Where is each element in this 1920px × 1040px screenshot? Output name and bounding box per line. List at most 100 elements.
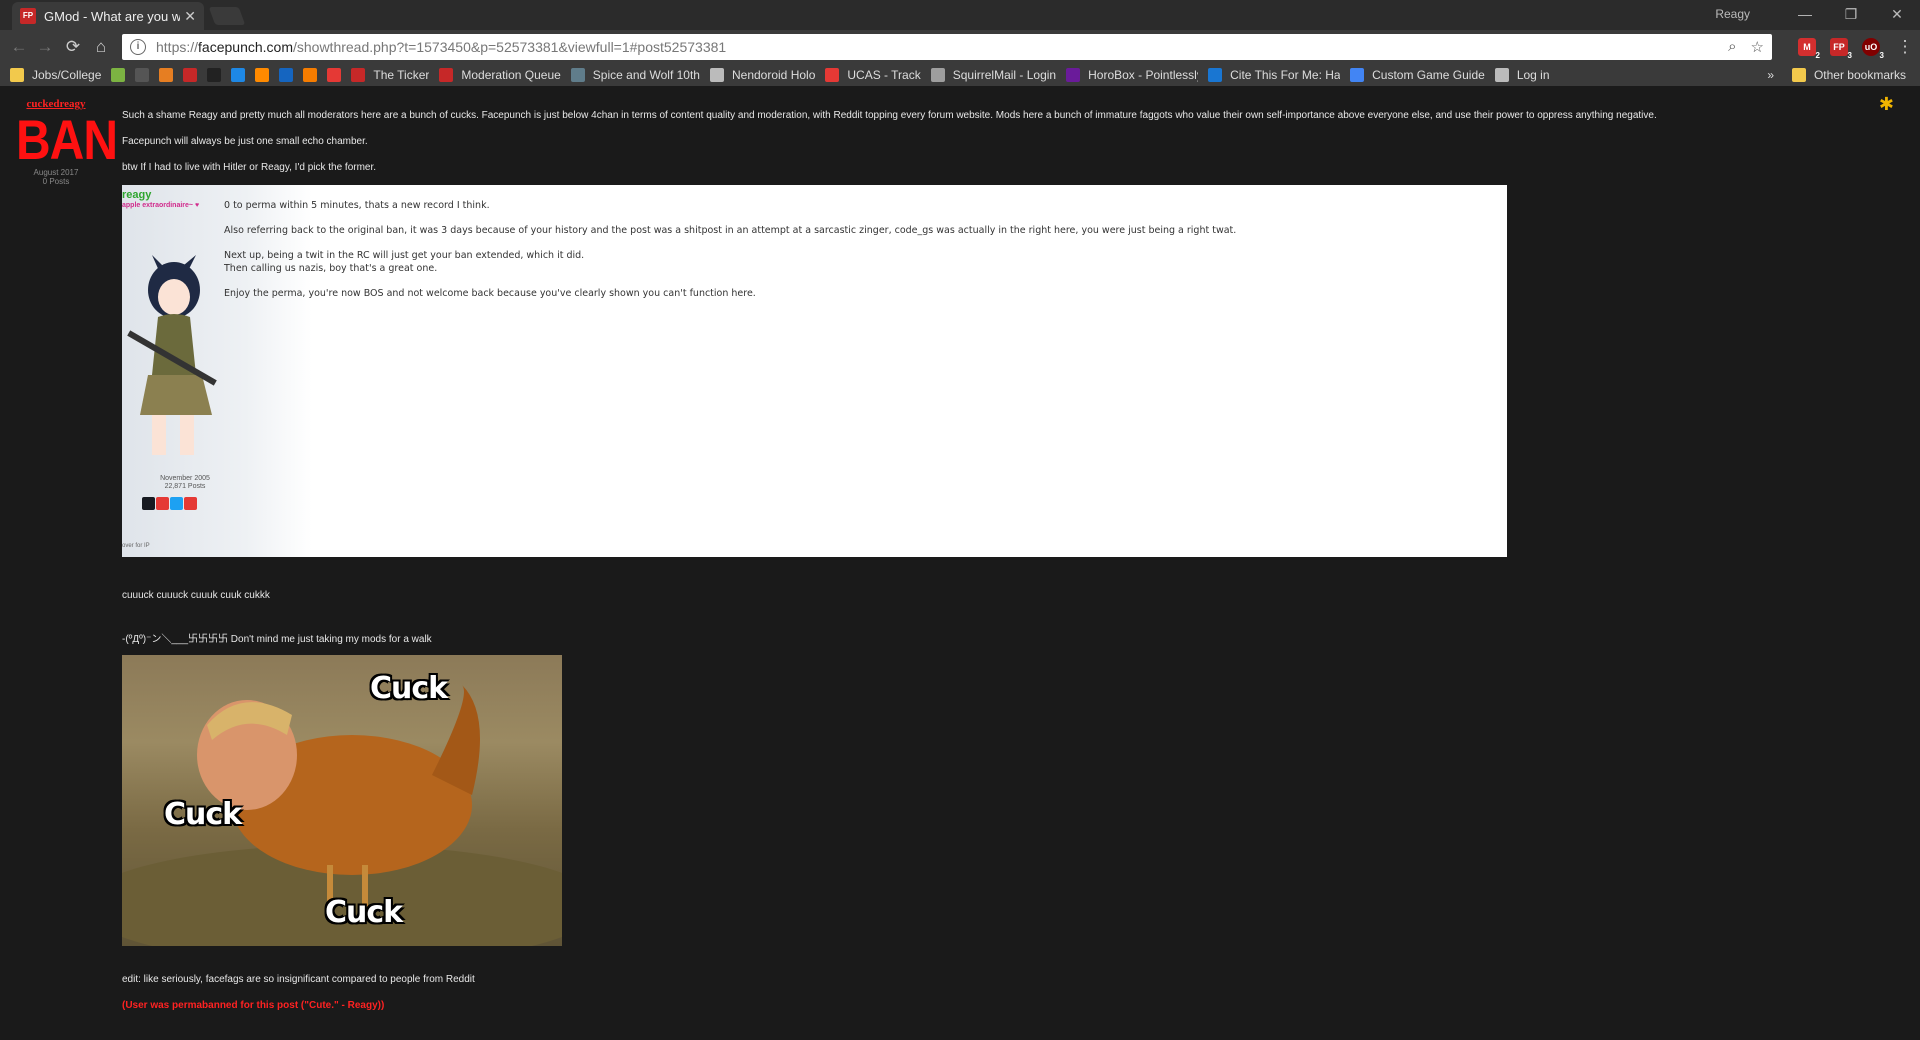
quote-line: Next up, being a twit in the RC will jus…: [224, 250, 585, 261]
browser-tab[interactable]: FP GMod - What are you w ✕: [12, 2, 204, 30]
quote-social-icons: [142, 497, 197, 510]
bookmark-label: HoroBox - Pointlessly: [1088, 68, 1199, 82]
ublock-icon[interactable]: uO 3: [1862, 38, 1884, 60]
bookmark-12[interactable]: Moderation Queue: [439, 68, 561, 82]
bookmark-label: SquirrelMail - Login: [952, 68, 1057, 82]
bookmark-17[interactable]: HoroBox - Pointlessly: [1066, 68, 1198, 82]
close-tab-icon[interactable]: ✕: [184, 8, 196, 25]
bookmark-15[interactable]: UCAS - Track: [825, 68, 921, 82]
forward-icon[interactable]: →: [34, 36, 56, 58]
bookmark-label: Cite This For Me: Har: [1230, 68, 1341, 82]
bookmark-7[interactable]: [255, 68, 270, 82]
bookmark-label: Moderation Queue: [461, 68, 561, 82]
home-icon[interactable]: ⌂: [90, 36, 112, 58]
search-icon[interactable]: ⌕: [1728, 38, 1736, 56]
post-paragraph: cuuuck cuuuck cuuuk cuuk cukkk: [122, 590, 270, 601]
reload-icon[interactable]: ⟳: [62, 36, 84, 58]
gmail-icon[interactable]: M 2: [1798, 38, 1820, 60]
bookmarks-bar: Jobs/College The Ticker Moderation Queue Sp…: [0, 64, 1920, 86]
user-info: cuckedreagy BAN August 2017 0 Posts: [16, 98, 118, 186]
facepunch-icon[interactable]: FP 3: [1830, 38, 1852, 60]
bookmark-9[interactable]: [303, 68, 318, 82]
bookmark-10[interactable]: [327, 68, 342, 82]
bookmark-13[interactable]: Spice and Wolf 10th: [570, 68, 700, 82]
ban-avatar: BAN: [16, 110, 118, 172]
back-icon[interactable]: ←: [8, 36, 30, 58]
ucas-icon: [825, 68, 840, 82]
post-paragraph: Facepunch will always be just one small …: [122, 136, 368, 147]
quote-text: 0 to perma within 5 minutes, thats a new…: [224, 199, 1236, 300]
minimize-icon[interactable]: —: [1782, 0, 1828, 30]
bookmark-3[interactable]: [159, 68, 174, 82]
bookmark-0[interactable]: Jobs/College: [10, 68, 101, 82]
image-caption: Cuck: [325, 895, 403, 930]
bookmark-fp-icon: [439, 68, 454, 82]
squirrelmail-icon: [930, 68, 945, 82]
bookmark-flame-icon: [303, 68, 318, 82]
other-bookmarks[interactable]: Other bookmarks: [1791, 68, 1906, 82]
bookmark-1[interactable]: [111, 68, 126, 82]
lastfm-icon: [184, 497, 197, 510]
bookmark-label: Nendoroid Holo: [731, 68, 816, 82]
post-paragraph: btw If I had to live with Hitler or Reag…: [122, 162, 377, 173]
ban-reason: (User was permabanned for this post ("Cu…: [122, 1000, 385, 1011]
bookmark-label: Spice and Wolf 10th: [592, 68, 700, 82]
post-count: 0 Posts: [42, 177, 70, 186]
image-caption: Cuck: [370, 671, 448, 706]
folder-icon: [10, 68, 24, 82]
bookmark-green-icon: [111, 68, 126, 82]
quoted-post-screenshot: reagy apple extraordinaire~ ♥ November 2…: [122, 185, 1507, 557]
bookmark-20[interactable]: Log in: [1494, 68, 1550, 82]
more-bookmarks-icon[interactable]: »: [1767, 68, 1774, 82]
bookmark-orange-icon: [159, 68, 174, 82]
window-titlebar: FP GMod - What are you w ✕ Reagy — ❐ ✕: [0, 0, 1920, 30]
bookmark-16[interactable]: SquirrelMail - Login: [930, 68, 1057, 82]
bookmark-5[interactable]: [207, 68, 222, 82]
bookmark-6[interactable]: [231, 68, 246, 82]
bookmark-14[interactable]: Nendoroid Holo: [709, 68, 816, 82]
bookmark-fp-icon: [351, 68, 366, 82]
folder-icon: [1791, 68, 1806, 82]
forum-page: ✱ cuckedreagy BAN August 2017 0 Posts Su…: [10, 88, 1910, 1040]
star-icon: ✱: [1878, 94, 1894, 114]
docs-icon: [1350, 68, 1365, 82]
bookmark-2[interactable]: [135, 68, 150, 82]
menu-icon[interactable]: ⋮: [1894, 36, 1916, 58]
profile-name[interactable]: Reagy: [1715, 7, 1750, 21]
amazon-icon: [207, 68, 222, 82]
page-icon: [709, 68, 724, 82]
quote-join-date: November 2005 22,871 Posts: [160, 475, 210, 490]
poster-username[interactable]: cuckedreagy: [16, 98, 96, 110]
image-caption: Cuck: [164, 797, 242, 832]
url-text[interactable]: https://facepunch.com/showthread.php?t=1…: [156, 39, 726, 55]
bookmark-blue-icon: [231, 68, 246, 82]
site-info-icon[interactable]: i: [130, 39, 146, 55]
quote-line: Enjoy the perma, you're now BOS and not …: [224, 288, 756, 299]
quote-line: Then calling us nazis, boy that's a grea…: [224, 263, 438, 274]
bookmark-label: Jobs/College: [32, 68, 102, 82]
bookmark-label: Log in: [1516, 68, 1550, 82]
edit-note: edit: like seriously, facefags are so in…: [122, 974, 475, 985]
steam-icon: [142, 497, 155, 510]
quote-ip-text: over for IP: [122, 543, 150, 549]
youtube-icon: [327, 68, 342, 82]
close-window-icon[interactable]: ✕: [1874, 0, 1920, 30]
facepunch-favicon-icon: FP: [20, 8, 36, 24]
new-tab-button[interactable]: [208, 7, 246, 25]
youtube-icon: [156, 497, 169, 510]
bookmark-4[interactable]: [183, 68, 198, 82]
restore-icon[interactable]: ❐: [1828, 0, 1874, 30]
bookmark-star-icon[interactable]: ☆: [1751, 38, 1764, 56]
bookmark-label: The Ticker: [373, 68, 430, 82]
address-bar[interactable]: i https://facepunch.com/showthread.php?t…: [122, 34, 1772, 60]
twitter-icon: [170, 497, 183, 510]
bookmark-8[interactable]: [279, 68, 294, 82]
bookmark-18[interactable]: Cite This For Me: Har: [1208, 68, 1340, 82]
tab-title: GMod - What are you w: [44, 8, 181, 24]
quote-line: [224, 237, 1236, 249]
bookmark-19[interactable]: Custom Game Guide: [1350, 68, 1485, 82]
quote-line: Also referring back to the original ban,…: [224, 225, 1237, 236]
bookmark-11[interactable]: The Ticker: [351, 68, 429, 82]
trump-chicken-image: Cuck Cuck Cuck: [122, 655, 562, 946]
other-bookmarks-label: Other bookmarks: [1813, 68, 1906, 82]
